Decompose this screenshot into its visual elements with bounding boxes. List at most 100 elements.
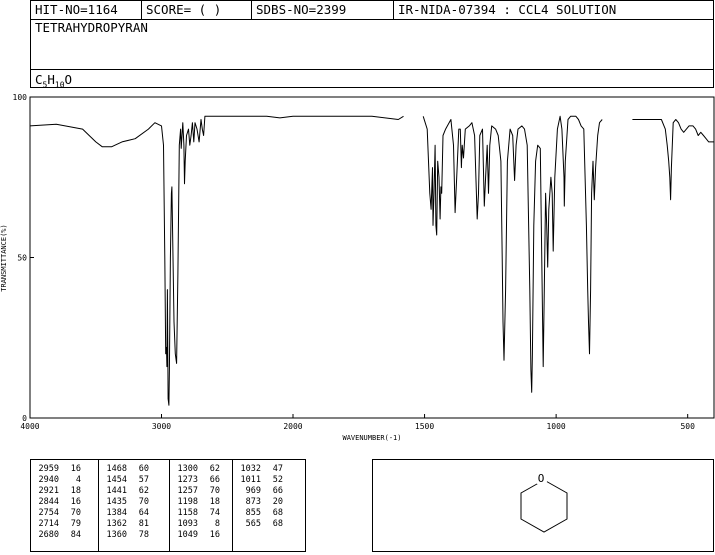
peak-wavenumber: 873 [245,497,261,507]
x-tick-label: 1000 [546,422,565,431]
y-tick-label: 100 [13,93,28,102]
peak-transmittance: 16 [70,497,81,507]
peak-table-row: 2940 4 [31,475,98,486]
peak-wavenumber: 2714 [38,519,59,529]
peak-wavenumber: 1158 [177,508,198,518]
peak-transmittance: 52 [272,475,283,485]
ir-spectrum-chart: 4000 3000 2000 1500 1000 500 0 50 100 WAVENUMBER… [0,93,715,442]
peak-transmittance: 70 [209,486,220,496]
peak-wavenumber: 1093 [177,519,198,529]
peak-table-row: 2754 70 [31,508,98,519]
peak-table-row: 1011 52 [233,475,305,486]
peak-table-row: 969 66 [233,486,305,497]
peak-wavenumber: 2959 [38,464,59,474]
peak-table-row: 2921 18 [31,486,98,497]
peak-wavenumber: 1435 [106,497,127,507]
peak-table-row: 873 20 [233,497,305,508]
peak-wavenumber: 1049 [177,530,198,540]
peak-table-column: 1032 47 1011 52 969 66 873 20 855 68 565 68 [233,460,305,551]
peak-table-row: 1049 16 [170,530,232,541]
peak-transmittance: 68 [272,519,283,529]
x-tick-label: 2000 [283,422,302,431]
ring-bonds [520,479,568,533]
peak-wavenumber: 1300 [177,464,198,474]
peak-transmittance: 4 [75,475,81,485]
peak-wavenumber: 2680 [38,530,59,540]
peak-table-row: 1300 62 [170,464,232,475]
peak-wavenumber: 1011 [240,475,261,485]
peak-table-column: 1468 60 1454 57 1441 62 1435 70 1384 64 1362 81 1360… [99,460,170,551]
peak-wavenumber: 855 [245,508,261,518]
peak-wavenumber: 1257 [177,486,198,496]
peak-table-row: 1360 78 [99,530,169,541]
spectrum-trace [29,115,714,406]
peak-transmittance: 62 [209,464,220,474]
peak-transmittance: 70 [138,497,149,507]
oxygen-atom-label: O [538,472,545,485]
peak-table-column: 2959 16 2940 4 2921 18 2844 16 2754 70 2714 79 2680 8… [31,460,99,551]
peak-table-row: 2959 16 [31,464,98,475]
peak-wavenumber: 2844 [38,497,59,507]
peak-transmittance: 66 [272,486,283,496]
y-tick-label: 0 [22,414,27,423]
peak-table-row: 565 68 [233,519,305,530]
peak-transmittance: 74 [209,508,220,518]
tetrahydropyran-structure: O [520,471,568,533]
peak-wavenumber: 1468 [106,464,127,474]
peak-wavenumber: 2754 [38,508,59,518]
spectrum-line-segment [632,119,714,201]
peak-wavenumber: 969 [245,486,261,496]
peak-table-row: 2714 79 [31,519,98,530]
x-tick-label: 4000 [20,422,39,431]
peak-transmittance: 47 [272,464,283,474]
peak-table-row: 1093 8 [170,519,232,530]
peak-wavenumber: 1032 [240,464,261,474]
peak-table-row: 855 68 [233,508,305,519]
peak-table-row: 2844 16 [31,497,98,508]
peak-wavenumber: 1384 [106,508,127,518]
spectrum-line-segment [422,115,603,393]
peak-wavenumber: 1362 [106,519,127,529]
peak-table-row: 1454 57 [99,475,169,486]
spectrum-line-segment [29,115,404,406]
peak-wavenumber: 1441 [106,486,127,496]
plot-frame [29,96,715,419]
peak-transmittance: 60 [138,464,149,474]
peak-transmittance: 57 [138,475,149,485]
structure-box: O [372,459,714,552]
peak-transmittance: 18 [70,486,81,496]
peak-wavenumber: 1360 [106,530,127,540]
peak-transmittance: 64 [138,508,149,518]
peak-table-row: 1441 62 [99,486,169,497]
peak-wavenumber: 2940 [38,475,59,485]
peak-table-row: 1257 70 [170,486,232,497]
x-tick-label: 500 [680,422,695,431]
x-axis-label: WAVENUMBER(-1) [342,434,401,442]
peak-wavenumber: 1198 [177,497,198,507]
peak-transmittance: 68 [272,508,283,518]
peak-wavenumber: 2921 [38,486,59,496]
peak-table-row: 1435 70 [99,497,169,508]
peak-transmittance: 84 [70,530,81,540]
peak-transmittance: 16 [209,530,220,540]
peak-transmittance: 62 [138,486,149,496]
peak-transmittance: 20 [272,497,283,507]
peak-table-row: 1362 81 [99,519,169,530]
peak-table-row: 1468 60 [99,464,169,475]
x-tick-label: 3000 [152,422,171,431]
peak-transmittance: 79 [70,519,81,529]
peak-transmittance: 78 [138,530,149,540]
peak-transmittance: 8 [214,519,220,529]
peak-transmittance: 81 [138,519,149,529]
y-axis-label: TRANSMITTANCE(%) [0,224,8,291]
peak-table-row: 1198 18 [170,497,232,508]
peak-table-row: 1273 66 [170,475,232,486]
peak-table-row: 1384 64 [99,508,169,519]
peak-transmittance: 70 [70,508,81,518]
y-tick-label: 50 [17,254,27,263]
peak-table-row: 2680 84 [31,530,98,541]
peak-wavenumber: 565 [245,519,261,529]
axis-ticks: 4000 3000 2000 1500 1000 500 0 50 100 [13,93,696,431]
peak-table: 2959 16 2940 4 2921 18 2844 16 2754 70 2714 79 2680 8… [30,459,306,552]
peak-table-column: 1300 62 1273 66 1257 70 1198 18 1158 74 1093 8 1049 1… [170,460,233,551]
